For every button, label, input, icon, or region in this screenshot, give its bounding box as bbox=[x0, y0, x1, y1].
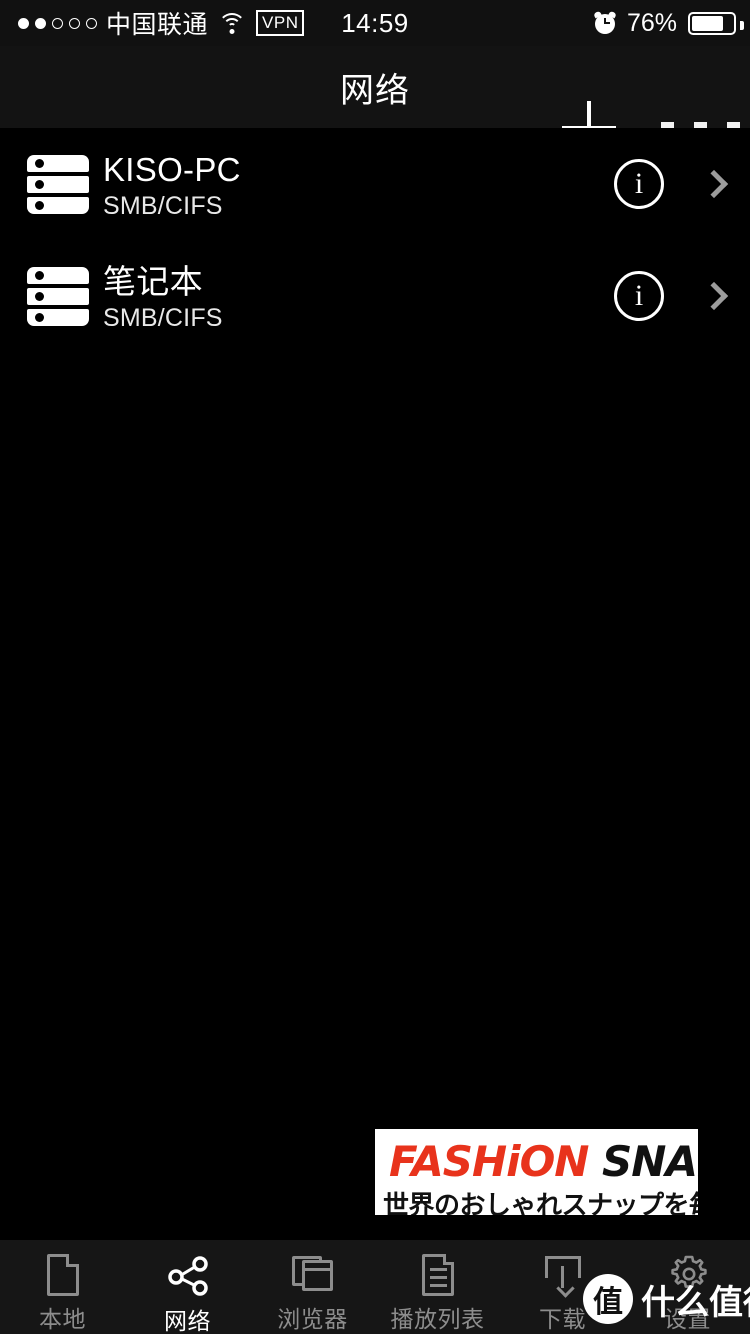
playlist-icon bbox=[415, 1252, 461, 1296]
app-root: 中国联通 VPN 14:59 76% 网络 KISO-PC SMB/CIFS i… bbox=[0, 0, 750, 1334]
ad-brand-secondary: SNAP bbox=[602, 1137, 698, 1186]
battery-icon bbox=[688, 11, 744, 35]
server-name: KISO-PC bbox=[103, 151, 241, 188]
tab-settings-label: 设置 bbox=[664, 1306, 711, 1332]
file-icon bbox=[40, 1252, 86, 1296]
browser-icon bbox=[290, 1252, 336, 1296]
battery-percent-label: 76% bbox=[626, 8, 677, 37]
list-item[interactable]: KISO-PC SMB/CIFS i bbox=[0, 128, 750, 240]
chevron-right-icon[interactable] bbox=[699, 281, 729, 311]
tab-browser[interactable]: 浏览器 bbox=[250, 1240, 375, 1334]
page-title: 网络 bbox=[340, 71, 410, 110]
server-icon bbox=[27, 267, 89, 326]
ad-brand-primary: FASHiON bbox=[389, 1137, 589, 1186]
gear-icon bbox=[665, 1252, 711, 1296]
server-protocol: SMB/CIFS bbox=[103, 192, 223, 220]
tab-network[interactable]: 网络 bbox=[125, 1240, 250, 1334]
tab-browser-label: 浏览器 bbox=[277, 1306, 348, 1332]
tab-settings[interactable]: 设置 bbox=[625, 1240, 750, 1334]
tab-local-label: 本地 bbox=[39, 1306, 86, 1332]
server-list: KISO-PC SMB/CIFS i 笔记本 SMB/CIFS i bbox=[0, 128, 750, 352]
status-bar-right: 76% bbox=[593, 0, 744, 46]
server-name: 笔记本 bbox=[103, 263, 203, 300]
advertisement-banner[interactable]: FASHiON SNAP 世界のおしゃれスナップを毎日更 bbox=[375, 1129, 698, 1215]
navigation-bar: 网络 bbox=[0, 46, 750, 155]
list-item-text: 笔记本 SMB/CIFS bbox=[103, 262, 223, 334]
list-item-text: KISO-PC SMB/CIFS bbox=[103, 150, 241, 222]
info-button[interactable]: i bbox=[614, 159, 664, 209]
share-icon bbox=[165, 1252, 211, 1298]
ad-subtitle: 世界のおしゃれスナップを毎日更 bbox=[383, 1190, 698, 1215]
tab-local[interactable]: 本地 bbox=[0, 1240, 125, 1334]
list-item[interactable]: 笔记本 SMB/CIFS i bbox=[0, 240, 750, 352]
tab-playlist-label: 播放列表 bbox=[390, 1306, 485, 1332]
chevron-right-icon[interactable] bbox=[699, 169, 729, 199]
tab-playlist[interactable]: 播放列表 bbox=[375, 1240, 500, 1334]
status-bar: 中国联通 VPN 14:59 76% bbox=[0, 0, 750, 46]
tab-network-label: 网络 bbox=[164, 1308, 211, 1334]
ad-brand: FASHiON SNAP bbox=[389, 1137, 698, 1186]
info-button[interactable]: i bbox=[614, 271, 664, 321]
tab-download-label: 下载 bbox=[539, 1306, 586, 1332]
tab-bar: 本地 网络 浏览器 播放列表 下载 设置 bbox=[0, 1240, 750, 1334]
tab-download[interactable]: 下载 bbox=[500, 1240, 625, 1334]
server-protocol: SMB/CIFS bbox=[103, 304, 223, 332]
download-icon bbox=[540, 1252, 586, 1298]
server-icon bbox=[27, 155, 89, 214]
alarm-clock-icon bbox=[593, 10, 617, 34]
